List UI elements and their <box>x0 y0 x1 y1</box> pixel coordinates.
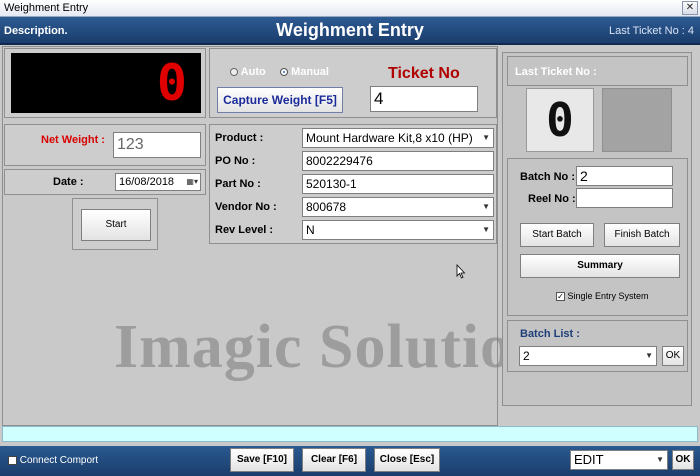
part-field[interactable]: 520130-1 <box>302 174 494 194</box>
reel-no-field[interactable] <box>576 188 673 208</box>
vendor-value: 800678 <box>306 200 347 214</box>
mode-value: EDIT <box>574 452 604 467</box>
radio-manual-icon <box>280 68 288 77</box>
checkbox-checked-icon: ✓ <box>556 292 565 302</box>
chevron-down-icon: ▼ <box>480 129 490 147</box>
close-button[interactable]: Close [Esc] <box>374 448 440 472</box>
capture-panel: Auto Manual Capture Weight [F5] Ticket N… <box>209 48 497 118</box>
radio-manual[interactable]: Manual <box>280 66 329 78</box>
radio-auto[interactable]: Auto <box>230 66 266 78</box>
product-select[interactable]: Mount Hardware Kit,8 x10 (HP) ▼ <box>302 128 494 148</box>
last-ticket-header: Last Ticket No : 4 <box>609 25 694 37</box>
chevron-down-icon: ▼ <box>645 351 653 360</box>
ticket-no-field[interactable]: 4 <box>370 86 478 112</box>
date-label: Date : <box>53 176 84 188</box>
rev-select[interactable]: N ▼ <box>302 220 494 240</box>
page-title: Weighment Entry <box>276 20 424 40</box>
batch-list-panel: Batch List : 2 ▼ OK <box>507 320 688 372</box>
window-titlebar: Weighment Entry ✕ <box>0 0 700 17</box>
status-strip <box>2 426 698 442</box>
batch-list-label: Batch List : <box>520 328 580 340</box>
save-button[interactable]: Save [F10] <box>230 448 294 472</box>
single-entry-label: Single Entry System <box>567 291 649 301</box>
connect-comport-checkbox[interactable]: Connect Comport <box>8 455 98 466</box>
weight-display-panel: 0 <box>4 48 206 118</box>
capture-weight-button[interactable]: Capture Weight [F5] <box>217 87 343 113</box>
product-label: Product : <box>215 132 264 144</box>
watermark: Imagic Solution <box>114 313 548 381</box>
date-picker[interactable]: 16/08/2018 ▦▾ <box>115 173 201 191</box>
start-button[interactable]: Start <box>81 209 151 241</box>
net-weight-label: Net Weight : <box>41 134 105 146</box>
start-panel: Start <box>72 198 158 250</box>
batch-list-value: 2 <box>523 349 530 363</box>
net-weight-panel: Net Weight : 123 <box>4 124 206 166</box>
start-batch-button[interactable]: Start Batch <box>520 223 594 247</box>
summary-button[interactable]: Summary <box>520 254 680 278</box>
radio-manual-label: Manual <box>291 66 329 78</box>
radio-auto-label: Auto <box>240 66 266 78</box>
connect-comport-label: Connect Comport <box>19 455 99 466</box>
mouse-cursor-icon <box>456 264 466 279</box>
part-label: Part No : <box>215 178 261 190</box>
ticket-label: Ticket No <box>388 65 460 82</box>
checkbox-unchecked-icon <box>8 455 17 465</box>
rev-value: N <box>306 223 315 237</box>
vendor-label: Vendor No : <box>215 201 277 213</box>
batch-panel: Batch No : 2 Reel No : Start Batch Finis… <box>507 158 688 316</box>
chevron-down-icon: ▼ <box>482 202 490 211</box>
date-value: 16/08/2018 <box>119 176 175 188</box>
bottom-toolbar: Connect Comport Save [F10] Clear [F6] Cl… <box>0 446 700 476</box>
window-title: Weighment Entry <box>4 2 89 14</box>
last-ticket-display: 0 <box>526 88 594 152</box>
last-ticket-panel: Last Ticket No : <box>507 56 688 86</box>
reel-no-label: Reel No : <box>528 193 576 205</box>
mode-select[interactable]: EDIT ▼ <box>570 450 668 470</box>
mode-ok-button[interactable]: OK <box>672 450 694 470</box>
last-ticket-label: Last Ticket No : <box>515 66 597 78</box>
batch-list-ok-button[interactable]: OK <box>662 346 684 366</box>
batch-list-select[interactable]: 2 ▼ <box>519 346 657 366</box>
calendar-icon[interactable]: ▦▾ <box>186 174 198 190</box>
single-entry-checkbox[interactable]: ✓ Single Entry System <box>556 291 649 302</box>
batch-no-label: Batch No : <box>520 171 575 183</box>
close-icon[interactable]: ✕ <box>682 1 698 15</box>
po-label: PO No : <box>215 155 256 167</box>
net-weight-field[interactable]: 123 <box>113 132 201 158</box>
chevron-down-icon: ▼ <box>656 455 664 464</box>
chevron-down-icon: ▼ <box>482 225 490 234</box>
product-form-panel: Product : Mount Hardware Kit,8 x10 (HP) … <box>209 124 497 244</box>
weight-display: 0 <box>11 53 201 113</box>
date-panel: Date : 16/08/2018 ▦▾ <box>4 169 206 195</box>
header-band: Description. Weighment Entry Last Ticket… <box>0 17 700 45</box>
last-ticket-value: 0 <box>546 93 574 147</box>
product-value: Mount Hardware Kit,8 x10 (HP) <box>306 131 473 145</box>
po-field[interactable]: 8002229476 <box>302 151 494 171</box>
image-placeholder <box>602 88 672 152</box>
finish-batch-button[interactable]: Finish Batch <box>604 223 680 247</box>
batch-no-field[interactable]: 2 <box>576 166 673 186</box>
clear-button[interactable]: Clear [F6] <box>302 448 366 472</box>
radio-auto-icon <box>230 68 238 77</box>
vendor-select[interactable]: 800678 ▼ <box>302 197 494 217</box>
rev-label: Rev Level : <box>215 224 274 236</box>
